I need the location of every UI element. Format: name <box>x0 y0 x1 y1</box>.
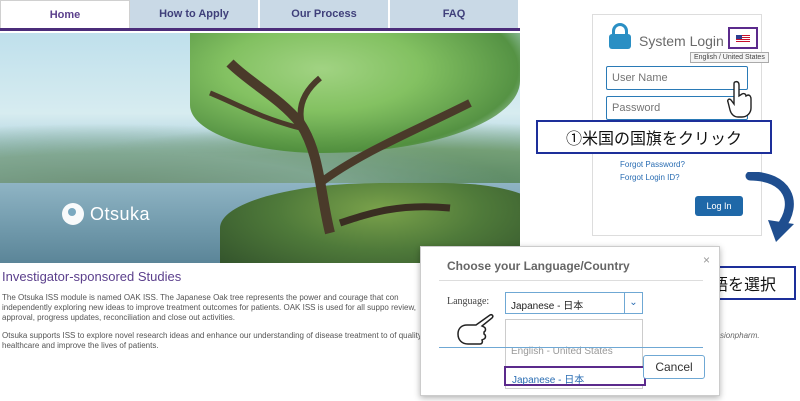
intro-paragraph: The Otsuka ISS module is named OAK ISS. … <box>2 293 416 322</box>
top-nav: Home How to Apply Our Process FAQ <box>0 0 520 28</box>
nav-underline <box>0 28 520 31</box>
forgot-password-link[interactable]: Forgot Password? <box>620 160 685 169</box>
support-paragraph: Otsuka supports ISS to explore novel res… <box>2 331 422 350</box>
otsuka-logo: Otsuka <box>62 203 150 225</box>
option-japanese[interactable]: Japanese - 日本 <box>504 366 646 386</box>
otsuka-logo-icon <box>62 203 84 225</box>
language-options-list: English - United States Japanese - 日本 <box>504 319 646 389</box>
callout-step1: ①米国の国旗をクリック <box>536 120 772 154</box>
tab-home[interactable]: Home <box>0 0 130 28</box>
hero-image: Otsuka <box>0 33 520 263</box>
page-title: Investigator-sponsored Studies <box>2 269 182 284</box>
pointing-hand-icon <box>457 314 494 345</box>
hand-cursor-icon <box>727 80 752 118</box>
tab-our-process[interactable]: Our Process <box>260 0 390 28</box>
close-icon[interactable]: × <box>703 253 710 267</box>
cancel-button[interactable]: Cancel <box>643 355 705 379</box>
language-select[interactable]: Japanese - 日本 ⌄ <box>505 292 643 314</box>
lock-icon <box>609 23 631 49</box>
language-label: Language: <box>447 296 490 307</box>
curved-arrow-icon <box>745 172 794 242</box>
tab-faq[interactable]: FAQ <box>390 0 520 28</box>
login-title: System Login <box>639 33 724 49</box>
tab-how-to-apply[interactable]: How to Apply <box>130 0 260 28</box>
otsuka-logo-text: Otsuka <box>90 203 151 224</box>
dialog-divider <box>439 280 703 281</box>
forgot-login-id-link[interactable]: Forgot Login ID? <box>620 173 680 182</box>
flag-tooltip: English / United States <box>690 52 769 63</box>
partial-email-text: sionpharm. <box>720 331 760 340</box>
dialog-title: Choose your Language/Country <box>447 259 630 273</box>
language-select-value: Japanese - 日本 <box>511 301 584 312</box>
us-flag-button[interactable] <box>728 27 758 49</box>
chevron-down-icon: ⌄ <box>624 293 642 313</box>
oak-tree-illustration <box>209 59 472 235</box>
us-flag-icon <box>736 35 750 43</box>
